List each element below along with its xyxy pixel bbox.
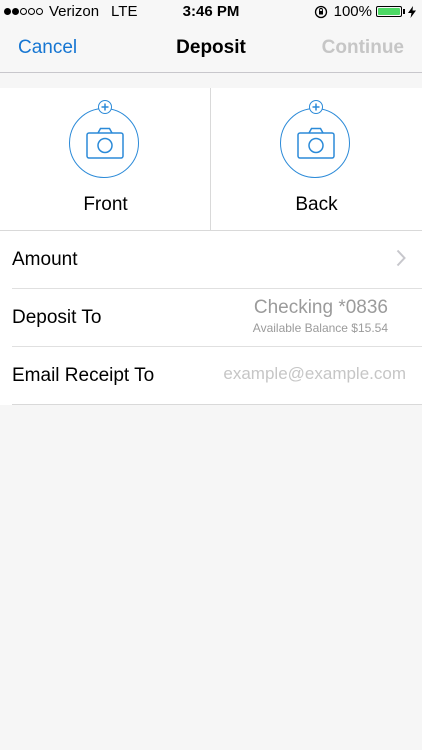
back-photo-button[interactable]: Back	[211, 88, 422, 230]
front-photo-button[interactable]: Front	[0, 88, 211, 230]
battery-icon	[376, 6, 402, 17]
deposit-account: Checking *0836 Available Balance $15.54	[253, 297, 388, 335]
status-bar: Verizon LTE 3:46 PM 100%	[0, 0, 422, 24]
plus-icon	[312, 103, 320, 111]
account-name: Checking *0836	[253, 297, 388, 318]
camera-icon	[86, 127, 124, 159]
navigation-bar: Cancel Deposit Continue	[0, 24, 422, 73]
charging-bolt-icon	[408, 5, 416, 18]
front-label: Front	[83, 194, 128, 215]
battery-percent: 100%	[333, 3, 372, 20]
amount-label: Amount	[12, 249, 78, 270]
deposit-form: Amount Deposit To Checking *0836 Availab…	[0, 231, 422, 405]
back-label: Back	[295, 194, 338, 215]
email-receipt-label: Email Receipt To	[12, 365, 155, 386]
amount-row[interactable]: Amount	[12, 231, 422, 289]
email-field[interactable]	[194, 363, 408, 385]
deposit-to-label: Deposit To	[12, 307, 102, 328]
battery-fill	[378, 8, 400, 15]
continue-button[interactable]: Continue	[322, 37, 404, 59]
plus-icon	[101, 103, 109, 111]
check-photo-panel: Front Back	[0, 88, 422, 231]
deposit-to-row[interactable]: Deposit To Checking *0836 Available Bala…	[12, 289, 422, 347]
chevron-right-icon	[396, 249, 406, 267]
email-receipt-row: Email Receipt To	[12, 347, 422, 405]
available-balance: Available Balance $15.54	[252, 321, 388, 335]
camera-icon	[297, 127, 335, 159]
status-right: 100%	[314, 3, 416, 20]
battery-cap	[403, 9, 405, 14]
orientation-lock-icon	[314, 5, 327, 18]
